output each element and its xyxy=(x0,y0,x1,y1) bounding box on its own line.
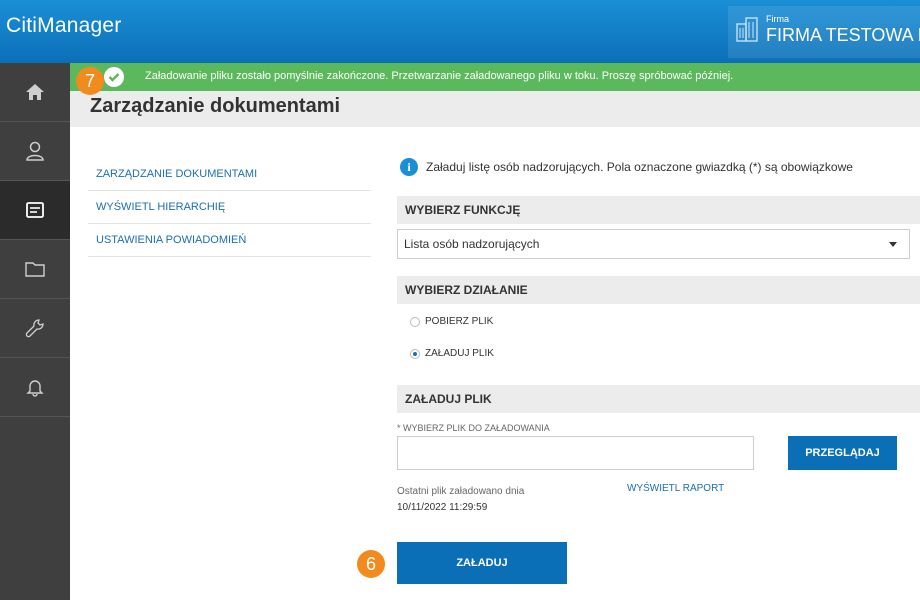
info-icon: i xyxy=(400,158,418,176)
caret-down-icon xyxy=(889,242,897,247)
folder-icon xyxy=(25,262,45,277)
page-title: Zarządzanie dokumentami xyxy=(90,95,341,117)
radio-button-download[interactable] xyxy=(410,316,420,327)
app-title: CitiManager xyxy=(6,14,122,37)
sidebar-item-notifications[interactable] xyxy=(0,358,70,417)
success-notification: Załadowanie pliku zostało pomyślnie zako… xyxy=(70,63,920,91)
user-icon xyxy=(26,141,44,161)
home-icon xyxy=(26,84,44,100)
firm-selector[interactable]: Firma FIRMA TESTOWA E xyxy=(728,6,920,58)
bell-icon xyxy=(26,380,44,397)
step-badge-7: 7 xyxy=(76,67,104,95)
function-select-value: Lista osób nadzorujących xyxy=(404,237,540,251)
function-select[interactable]: Lista osób nadzorujących xyxy=(397,229,910,259)
wrench-icon xyxy=(25,319,44,338)
show-report-link[interactable]: WYŚWIETL RAPORT xyxy=(627,483,724,494)
firm-label: Firma xyxy=(766,14,789,24)
last-upload-label: Ostatni plik załadowano dnia xyxy=(397,486,525,497)
menu-item-show-hierarchy[interactable]: WYŚWIETL HIERARCHIĘ xyxy=(88,191,371,224)
firm-name: FIRMA TESTOWA E xyxy=(766,25,920,45)
notification-text: Załadowanie pliku zostało pomyślnie zako… xyxy=(145,70,734,82)
sidebar-item-tools[interactable] xyxy=(0,299,70,358)
sidebar-item-folders[interactable] xyxy=(0,240,70,299)
title-band: Zarządzanie dokumentami xyxy=(70,91,920,127)
info-text: Załaduj listę osób nadzorujących. Pola o… xyxy=(426,160,853,174)
document-icon xyxy=(26,202,44,218)
top-header: CitiManager Firma FIRMA TESTOWA E xyxy=(0,0,920,63)
check-icon xyxy=(104,67,124,87)
radio-label-download: POBIERZ PLIK xyxy=(425,316,494,327)
browse-button[interactable]: PRZEGLĄDAJ xyxy=(788,436,897,470)
action-section-header: WYBIERZ DZIAŁANIE xyxy=(397,276,920,304)
radio-download-file[interactable]: POBIERZ PLIK xyxy=(410,316,493,327)
radio-label-upload: ZAŁADUJ PLIK xyxy=(425,348,494,359)
sidebar xyxy=(0,63,70,600)
step-badge-6: 6 xyxy=(357,550,385,578)
file-field-label: * WYBIERZ PLIK DO ZAŁADOWANIA xyxy=(397,423,550,433)
menu-item-manage-documents[interactable]: ZARZĄDZANIE DOKUMENTAMI xyxy=(88,158,371,191)
sidebar-item-documents[interactable] xyxy=(0,181,70,240)
file-path-input[interactable] xyxy=(397,436,754,470)
menu-item-notification-settings[interactable]: USTAWIENIA POWIADOMIEŃ xyxy=(88,224,371,257)
building-icon xyxy=(736,17,758,42)
function-section-header: WYBIERZ FUNKCJĘ xyxy=(397,196,920,224)
upload-submit-button[interactable]: ZAŁADUJ xyxy=(397,542,567,584)
upload-section-header: ZAŁADUJ PLIK xyxy=(397,385,920,413)
sidebar-item-home[interactable] xyxy=(0,63,70,122)
document-menu: ZARZĄDZANIE DOKUMENTAMI WYŚWIETL HIERARC… xyxy=(88,158,371,257)
sidebar-item-profile[interactable] xyxy=(0,122,70,181)
info-line: i Załaduj listę osób nadzorujących. Pola… xyxy=(400,158,853,176)
radio-upload-file[interactable]: ZAŁADUJ PLIK xyxy=(410,348,494,359)
last-upload-date: 10/11/2022 11:29:59 xyxy=(397,502,488,513)
radio-button-upload[interactable] xyxy=(410,348,420,359)
